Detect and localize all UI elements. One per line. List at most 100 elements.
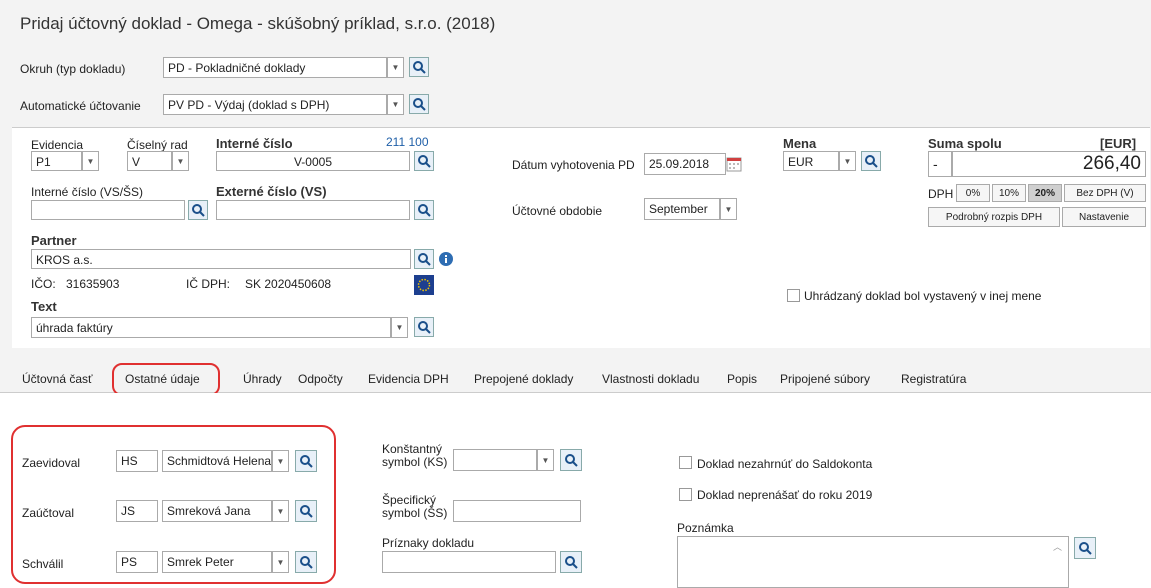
rozpis-dph-button[interactable]: Podrobný rozpis DPH	[928, 207, 1060, 227]
dph-20-button[interactable]: 20%	[1028, 184, 1062, 202]
saldokonto-checkbox[interactable]	[679, 456, 692, 469]
magnifier-icon	[418, 321, 431, 334]
mena-lookup-button[interactable]	[861, 151, 881, 171]
zaevidoval-label: Zaevidoval	[22, 456, 81, 470]
tab-pripojene-subory[interactable]: Pripojené súbory	[780, 372, 870, 386]
dph-0-button[interactable]: 0%	[956, 184, 990, 202]
partner-lookup-button[interactable]	[414, 249, 434, 269]
magnifier-icon	[565, 454, 578, 467]
zauctoval-label: Zaúčtoval	[22, 506, 75, 520]
magnifier-icon	[192, 204, 205, 217]
foreign-currency-checkbox[interactable]	[787, 289, 800, 302]
mena-dropdown-button[interactable]: ▼	[839, 151, 856, 171]
tab-evidencia-dph[interactable]: Evidencia DPH	[368, 372, 449, 386]
obdobie-dropdown-button[interactable]: ▼	[720, 198, 737, 220]
dph-label: DPH	[928, 187, 954, 201]
okruh-dropdown-button[interactable]: ▼	[387, 57, 404, 78]
auto-dropdown-button[interactable]: ▼	[387, 94, 404, 115]
chevron-down-icon: ▼	[276, 506, 285, 516]
tab-odpocty[interactable]: Odpočty	[298, 372, 343, 386]
magnifier-icon	[413, 98, 426, 111]
chevron-down-icon: ▼	[541, 455, 550, 465]
ss-label-line2: symbol (ŠS)	[382, 506, 448, 520]
highlight-ostatne-udaje	[112, 363, 220, 396]
chevron-down-icon: ▼	[391, 63, 400, 72]
nastavenie-button[interactable]: Nastavenie	[1062, 207, 1146, 227]
ks-label-line2: symbol (KS)	[382, 455, 448, 469]
zaevidoval-lookup-button[interactable]	[295, 450, 317, 472]
externe-lookup-button[interactable]	[414, 200, 434, 220]
text-field[interactable]: úhrada faktúry	[31, 317, 391, 338]
rad-dropdown-button[interactable]: ▼	[172, 151, 189, 171]
vs-field[interactable]	[31, 200, 185, 220]
tab-vlastnosti-dokladu[interactable]: Vlastnosti dokladu	[602, 372, 699, 386]
tab-uctovna-cast[interactable]: Účtovná časť	[22, 372, 93, 386]
eu-flag-icon[interactable]	[414, 275, 434, 295]
okruh-lookup-button[interactable]	[409, 57, 429, 77]
obdobie-label: Účtovné obdobie	[512, 204, 603, 218]
calendar-icon[interactable]	[726, 156, 742, 172]
ks-lookup-button[interactable]	[560, 449, 582, 471]
poznamka-lookup-button[interactable]	[1074, 537, 1096, 559]
tab-popis[interactable]: Popis	[727, 372, 757, 386]
poznamka-textarea[interactable]	[677, 536, 1069, 588]
zauctoval-name-select[interactable]: Smreková Jana	[162, 500, 272, 522]
ks-select[interactable]	[453, 449, 537, 471]
tab-registratura[interactable]: Registratúra	[901, 372, 966, 386]
interne-lookup-button[interactable]	[414, 151, 434, 171]
dph-10-button[interactable]: 10%	[992, 184, 1026, 202]
zauctoval-code-field[interactable]: JS	[116, 500, 158, 522]
text-dropdown-button[interactable]: ▼	[391, 317, 408, 338]
saldokonto-label: Doklad nezahrnúť do Saldokonta	[697, 457, 873, 471]
zauctoval-dropdown-button[interactable]: ▼	[272, 500, 289, 522]
priznaky-label: Príznaky dokladu	[382, 536, 475, 550]
schvalil-name-select[interactable]: Smrek Peter	[162, 551, 272, 573]
chevron-down-icon: ▼	[86, 156, 95, 166]
schvalil-code-field[interactable]: PS	[116, 551, 158, 573]
auto-lookup-button[interactable]	[409, 94, 429, 114]
schvalil-dropdown-button[interactable]: ▼	[272, 551, 289, 573]
interne-field[interactable]: V-0005	[216, 151, 410, 171]
tab-uhrady[interactable]: Úhrady	[243, 372, 282, 386]
zaevidoval-code-field[interactable]: HS	[116, 450, 158, 472]
suma-currency: [EUR]	[1100, 136, 1137, 151]
evidencia-dropdown-button[interactable]: ▼	[82, 151, 99, 171]
magnifier-icon	[865, 155, 878, 168]
magnifier-icon	[565, 556, 578, 569]
zaevidoval-dropdown-button[interactable]: ▼	[272, 450, 289, 472]
text-lookup-button[interactable]	[414, 317, 434, 337]
bez-dph-button[interactable]: Bez DPH (V)	[1064, 184, 1146, 202]
ico-label: IČO:	[31, 277, 56, 291]
priznaky-lookup-button[interactable]	[560, 551, 582, 573]
priznaky-field[interactable]	[382, 551, 556, 573]
chevron-down-icon: ▼	[843, 156, 852, 166]
okruh-select[interactable]: PD - Pokladničné doklady	[163, 57, 387, 78]
suma-field[interactable]: 266,40	[952, 151, 1146, 177]
neprenasat-label: Doklad neprenášať do roku 2019	[697, 488, 873, 502]
zauctoval-lookup-button[interactable]	[295, 500, 317, 522]
datum-field[interactable]: 25.09.2018	[644, 153, 726, 175]
evidencia-select[interactable]: P1	[31, 151, 82, 171]
mena-select[interactable]: EUR	[783, 151, 839, 171]
ks-dropdown-button[interactable]: ▼	[537, 449, 554, 471]
vs-lookup-button[interactable]	[188, 200, 208, 220]
auto-select[interactable]: PV PD - Výdaj (doklad s DPH)	[163, 94, 387, 115]
rad-select[interactable]: V	[127, 151, 172, 171]
magnifier-icon	[300, 556, 313, 569]
scroll-up-icon[interactable]: ︿	[1053, 540, 1065, 552]
magnifier-icon	[1079, 542, 1092, 555]
schvalil-lookup-button[interactable]	[295, 551, 317, 573]
zaevidoval-name-select[interactable]: Schmidtová Helena	[162, 450, 272, 472]
partner-field[interactable]: KROS a.s.	[31, 249, 411, 269]
auto-label: Automatické účtovanie	[20, 99, 141, 113]
ss-field[interactable]	[453, 500, 581, 522]
obdobie-select[interactable]: September	[644, 198, 720, 220]
neprenasat-checkbox[interactable]	[679, 488, 692, 501]
datum-label: Dátum vyhotovenia PD	[512, 158, 635, 172]
magnifier-icon	[418, 204, 431, 217]
suma-sign[interactable]: -	[928, 151, 952, 177]
externe-field[interactable]	[216, 200, 410, 220]
info-icon[interactable]	[438, 251, 454, 267]
tab-prepojene-doklady[interactable]: Prepojené doklady	[474, 372, 573, 386]
foreign-currency-label: Uhrádzaný doklad bol vystavený v inej me…	[804, 289, 1042, 303]
